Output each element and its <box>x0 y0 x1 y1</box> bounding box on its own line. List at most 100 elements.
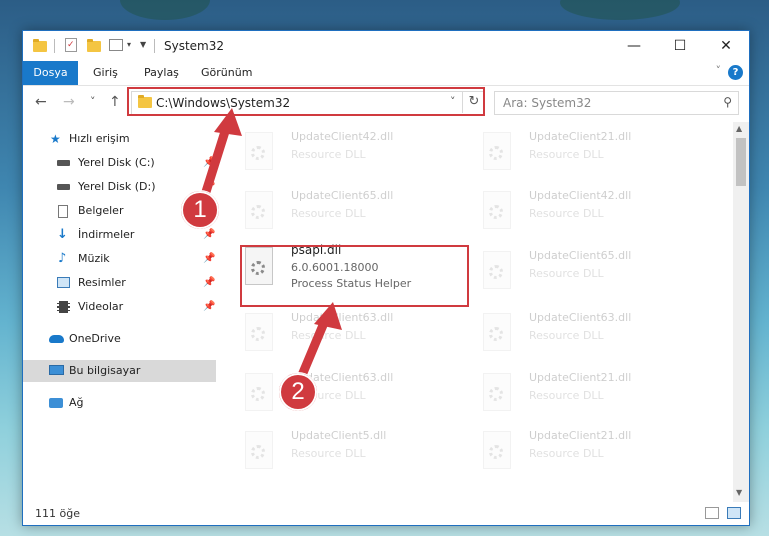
recent-locations-button[interactable]: ˅ <box>90 95 96 108</box>
computer-icon <box>49 365 64 375</box>
toolbar-chevron-icon[interactable]: ▼ <box>140 40 146 56</box>
back-button[interactable]: ← <box>35 94 47 110</box>
file-description: Resource DLL <box>291 447 366 460</box>
tab-file[interactable]: Dosya <box>23 61 78 85</box>
forward-button[interactable]: → <box>63 94 75 110</box>
file-name: UpdateClient42.dll <box>529 189 632 202</box>
sidebar-item-label: Ağ <box>69 396 84 409</box>
file-name: UpdateClient63.dll <box>529 311 632 324</box>
file-list: UpdateClient42.dll Resource DLL UpdateCl… <box>233 122 733 502</box>
sidebar-item-label: Hızlı erişim <box>69 132 130 145</box>
sidebar-item-onedrive[interactable]: OneDrive <box>23 328 216 350</box>
sidebar-item-network[interactable]: Ağ <box>23 392 216 414</box>
scroll-up-icon[interactable]: ▲ <box>736 124 742 133</box>
file-item[interactable]: UpdateClient63.dll Resource DLL <box>243 307 473 359</box>
sidebar-item-label: OneDrive <box>69 332 121 345</box>
dll-file-icon <box>481 251 513 289</box>
file-description: Resource DLL <box>291 148 366 161</box>
dll-file-icon <box>243 132 275 170</box>
documents-icon <box>58 205 68 218</box>
pin-icon[interactable]: 📌 <box>203 152 215 174</box>
tab-view[interactable]: Görünüm <box>201 61 252 85</box>
step-badge-2: 2 <box>278 372 318 412</box>
search-box[interactable]: Ara: System32 ⚲ <box>494 91 739 115</box>
dll-file-icon <box>481 132 513 170</box>
file-name: UpdateClient21.dll <box>529 371 632 384</box>
dll-file-icon <box>481 191 513 229</box>
dll-file-icon <box>481 373 513 411</box>
sidebar-item-downloads[interactable]: ↓ İndirmeler 📌 <box>23 224 216 246</box>
step-badge-1: 1 <box>180 190 220 230</box>
collapse-ribbon-icon[interactable]: ˅ <box>716 64 722 77</box>
search-icon: ⚲ <box>723 95 732 109</box>
details-view-icon[interactable] <box>705 507 719 519</box>
file-description: Resource DLL <box>529 447 604 460</box>
file-item[interactable]: UpdateClient42.dll Resource DLL <box>481 185 711 237</box>
close-button[interactable]: ✕ <box>703 31 749 61</box>
minimize-button[interactable]: — <box>611 31 657 61</box>
file-name: UpdateClient21.dll <box>529 429 632 442</box>
file-description: Resource DLL <box>529 148 604 161</box>
sidebar-item-label: Yerel Disk (D:) <box>78 180 156 193</box>
drive-icon <box>57 160 70 166</box>
file-item[interactable]: UpdateClient21.dll Resource DLL <box>481 425 711 477</box>
cloud-icon <box>49 335 64 343</box>
maximize-button[interactable]: ☐ <box>657 31 703 61</box>
file-item[interactable]: UpdateClient5.dll Resource DLL <box>243 425 473 477</box>
file-item[interactable]: UpdateClient65.dll Resource DLL <box>481 245 711 297</box>
vertical-scrollbar[interactable]: ▲ ▼ <box>733 122 749 502</box>
dll-file-icon <box>481 313 513 351</box>
properties-icon[interactable]: ✓ <box>65 38 77 52</box>
file-name: UpdateClient63.dll <box>291 311 394 324</box>
separator <box>54 39 55 53</box>
tiles-view-icon[interactable] <box>727 507 741 519</box>
sidebar-item-disk-c[interactable]: Yerel Disk (C:) 📌 <box>23 152 216 174</box>
file-description: Resource DLL <box>529 267 604 280</box>
pin-icon[interactable]: 📌 <box>203 272 215 294</box>
scroll-thumb[interactable] <box>736 138 746 186</box>
dll-file-icon <box>243 191 275 229</box>
quick-access-dropdown-icon[interactable]: ▾ <box>127 40 131 56</box>
star-icon: ★ <box>50 132 61 146</box>
separator <box>154 39 155 53</box>
pin-icon[interactable]: 📌 <box>203 296 215 318</box>
sidebar-item-label: Yerel Disk (C:) <box>78 156 155 169</box>
file-item[interactable]: UpdateClient42.dll Resource DLL <box>243 126 473 178</box>
wallpaper-leaf <box>560 0 680 20</box>
sidebar-item-label: Resimler <box>78 276 126 289</box>
dll-file-icon <box>243 431 275 469</box>
file-name: UpdateClient5.dll <box>291 429 387 442</box>
file-name: UpdateClient65.dll <box>291 189 394 202</box>
tab-share[interactable]: Paylaş <box>144 61 179 85</box>
window-title: System32 <box>164 39 225 53</box>
music-icon: ♪ <box>58 251 67 266</box>
up-button[interactable]: ↑ <box>109 94 121 110</box>
help-icon[interactable]: ? <box>728 65 743 80</box>
ribbon-tabs: Dosya Giriş Paylaş Görünüm ˅ ? <box>23 61 749 86</box>
sidebar-item-quick-access[interactable]: ★ Hızlı erişim <box>23 128 216 150</box>
customize-toolbar-icon[interactable] <box>109 39 123 51</box>
tab-home[interactable]: Giriş <box>93 61 118 85</box>
sidebar-item-music[interactable]: ♪ Müzik 📌 <box>23 248 216 270</box>
file-item[interactable]: UpdateClient21.dll Resource DLL <box>481 126 711 178</box>
sidebar-item-label: Bu bilgisayar <box>69 364 141 377</box>
sidebar-item-pictures[interactable]: Resimler 📌 <box>23 272 216 294</box>
file-name: UpdateClient65.dll <box>529 249 632 262</box>
file-description: Resource DLL <box>529 329 604 342</box>
sidebar-item-videos[interactable]: Videolar 📌 <box>23 296 216 318</box>
file-item[interactable]: UpdateClient21.dll Resource DLL <box>481 367 711 419</box>
sidebar-item-label: Belgeler <box>78 204 124 217</box>
file-item[interactable]: UpdateClient63.dll Resource DLL <box>481 307 711 359</box>
file-highlight-box <box>240 245 469 307</box>
network-icon <box>49 398 63 408</box>
sidebar-item-this-pc[interactable]: Bu bilgisayar <box>23 360 216 382</box>
pictures-icon <box>57 277 70 288</box>
scroll-down-icon[interactable]: ▼ <box>736 488 742 497</box>
file-item[interactable]: UpdateClient65.dll Resource DLL <box>243 185 473 237</box>
search-input[interactable]: Ara: System32 <box>503 96 591 110</box>
status-bar: 111 öğe <box>23 502 749 525</box>
drive-icon <box>57 184 70 190</box>
file-name: UpdateClient42.dll <box>291 130 394 143</box>
file-description: Resource DLL <box>291 329 366 342</box>
pin-icon[interactable]: 📌 <box>203 248 215 270</box>
